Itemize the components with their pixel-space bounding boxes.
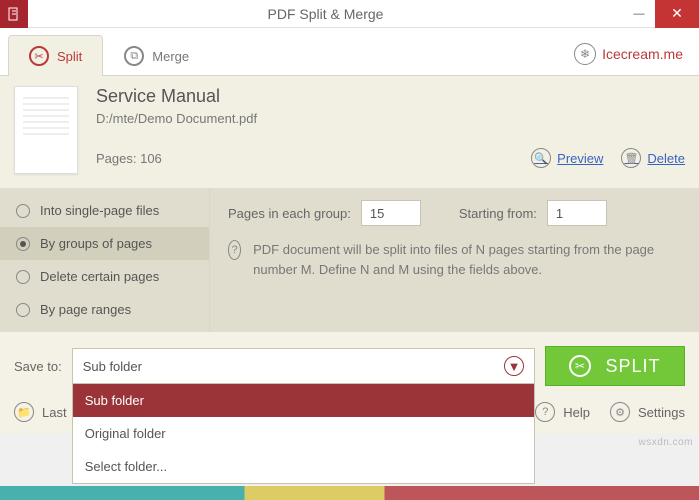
dropdown-menu: Sub folder Original folder Select folder… xyxy=(72,384,535,484)
tab-merge-label: Merge xyxy=(152,49,189,64)
trash-icon: 🗑 xyxy=(621,148,641,168)
icecream-icon: ❄ xyxy=(574,43,596,65)
app-icon xyxy=(0,0,28,28)
minimize-button[interactable]: — xyxy=(623,0,655,28)
scissors-icon: ✂ xyxy=(29,46,49,66)
info-icon: ? xyxy=(228,240,241,260)
mode-ranges-label: By page ranges xyxy=(40,302,131,317)
dropdown-item-subfolder[interactable]: Sub folder xyxy=(73,384,534,417)
document-path: D:/mte/Demo Document.pdf xyxy=(96,111,685,126)
scissors-icon: ✂ xyxy=(569,355,591,377)
document-thumbnail[interactable] xyxy=(14,86,78,174)
mode-groups[interactable]: By groups of pages xyxy=(0,227,209,260)
document-title: Service Manual xyxy=(96,86,685,107)
magnifier-icon: 🔍 xyxy=(531,148,551,168)
settings-label: Settings xyxy=(638,405,685,420)
mode-single-page[interactable]: Into single-page files xyxy=(0,194,209,227)
save-to-label: Save to: xyxy=(14,359,62,374)
dropdown-display[interactable]: Sub folder ▼ xyxy=(72,348,535,384)
gear-icon: ⚙ xyxy=(610,402,630,422)
radio-icon xyxy=(16,237,30,251)
brand-label: Icecream.me xyxy=(602,46,683,62)
last-button[interactable]: 📁 Last xyxy=(14,402,67,422)
folder-icon: 📁 xyxy=(14,402,34,422)
help-button[interactable]: ? Help xyxy=(535,402,590,422)
dropdown-item-original[interactable]: Original folder xyxy=(73,417,534,450)
settings-button[interactable]: ⚙ Settings xyxy=(610,402,685,422)
preview-button[interactable]: 🔍 Preview xyxy=(531,148,603,168)
help-label: Help xyxy=(563,405,590,420)
mode-groups-label: By groups of pages xyxy=(40,236,152,251)
close-button[interactable]: ✕ xyxy=(655,0,699,28)
info-text: PDF document will be split into files of… xyxy=(253,240,681,279)
split-button[interactable]: ✂ SPLIT xyxy=(545,346,685,386)
mode-delete-pages[interactable]: Delete certain pages xyxy=(0,260,209,293)
pages-label: Pages: 106 xyxy=(96,151,162,166)
mode-ranges[interactable]: By page ranges xyxy=(0,293,209,326)
radio-icon xyxy=(16,270,30,284)
tab-split-label: Split xyxy=(57,49,82,64)
save-to-dropdown[interactable]: Sub folder ▼ Sub folder Original folder … xyxy=(72,348,535,384)
radio-icon xyxy=(16,204,30,218)
split-options: Into single-page files By groups of page… xyxy=(0,188,699,332)
dropdown-item-select[interactable]: Select folder... xyxy=(73,450,534,483)
window-buttons: — ✕ xyxy=(623,0,699,28)
window-title: PDF Split & Merge xyxy=(28,6,623,22)
preview-label: Preview xyxy=(557,151,603,166)
bg-decoration xyxy=(0,486,699,500)
document-meta: Service Manual D:/mte/Demo Document.pdf … xyxy=(96,86,685,178)
watermark: wsxdn.com xyxy=(638,437,693,448)
mode-single-label: Into single-page files xyxy=(40,203,159,218)
tab-row: ✂ Split ⧉ Merge ❄ Icecream.me xyxy=(0,28,699,76)
last-label: Last xyxy=(42,405,67,420)
dropdown-selected: Sub folder xyxy=(83,359,142,374)
tab-split[interactable]: ✂ Split xyxy=(8,35,103,76)
starting-from-input[interactable] xyxy=(547,200,607,226)
starting-from-label: Starting from: xyxy=(459,206,537,221)
title-bar: PDF Split & Merge — ✕ xyxy=(0,0,699,28)
pages-each-label: Pages in each group: xyxy=(228,206,351,221)
radio-icon xyxy=(16,303,30,317)
mode-delete-label: Delete certain pages xyxy=(40,269,159,284)
mode-detail: Pages in each group: Starting from: ? PD… xyxy=(210,188,699,332)
merge-icon: ⧉ xyxy=(124,46,144,66)
pages-each-input[interactable] xyxy=(361,200,421,226)
delete-button[interactable]: 🗑 Delete xyxy=(621,148,685,168)
document-area: Service Manual D:/mte/Demo Document.pdf … xyxy=(0,76,699,188)
chevron-down-icon: ▼ xyxy=(504,356,524,376)
tab-merge[interactable]: ⧉ Merge xyxy=(103,35,210,76)
brand-link[interactable]: ❄ Icecream.me xyxy=(566,33,691,75)
mode-list: Into single-page files By groups of page… xyxy=(0,188,210,332)
split-button-label: SPLIT xyxy=(605,356,660,377)
save-row: Save to: Sub folder ▼ Sub folder Origina… xyxy=(0,332,699,396)
delete-label: Delete xyxy=(647,151,685,166)
help-icon: ? xyxy=(535,402,555,422)
